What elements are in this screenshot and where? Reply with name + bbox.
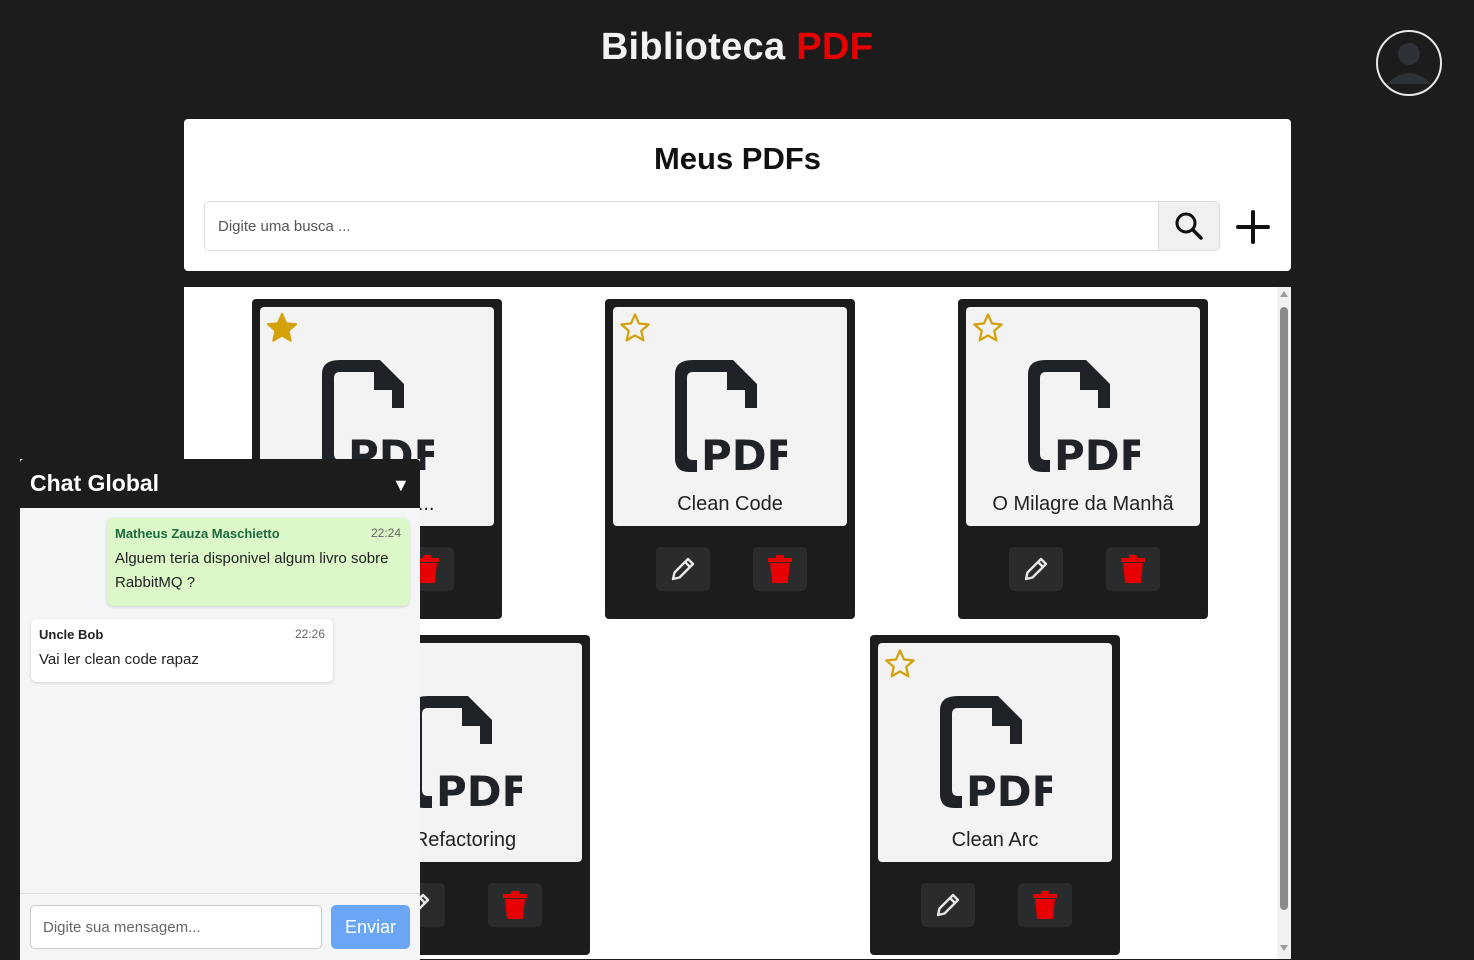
send-button[interactable]: Enviar — [331, 905, 410, 949]
message-text: Vai ler clean code rapaz — [39, 651, 199, 668]
chat-widget: Chat Global ▼ Matheus Zauza Maschietto 2… — [20, 459, 420, 960]
star-outline-icon[interactable] — [971, 311, 1005, 345]
search-input[interactable] — [205, 202, 1158, 250]
chat-footer: Enviar — [20, 893, 420, 960]
add-pdf-button[interactable] — [1234, 208, 1272, 246]
scroll-up-arrow[interactable] — [1280, 291, 1288, 297]
panel-title: Meus PDFs — [653, 141, 822, 176]
chat-message-input[interactable] — [30, 905, 322, 949]
edit-button[interactable] — [921, 883, 975, 927]
star-outline-icon[interactable] — [618, 311, 652, 345]
message-time: 22:26 — [294, 627, 325, 641]
pdf-card-preview: PDF O Milagre da Manhã — [966, 307, 1200, 526]
pdf-card-preview: PDF Clean Code — [613, 307, 847, 526]
file-pdf-icon: PDF — [410, 696, 522, 808]
message-author: Uncle Bob — [39, 627, 104, 642]
chat-header[interactable]: Chat Global ▼ — [20, 459, 420, 508]
search-group — [204, 201, 1220, 251]
delete-button[interactable] — [1106, 547, 1160, 591]
pdf-card-title: O Milagre da Manhã — [992, 493, 1174, 515]
pdf-card[interactable]: PDF Clean Code — [605, 299, 855, 619]
trash-icon — [1033, 891, 1057, 919]
chat-message: Matheus Zauza Maschietto 22:24 Alguem te… — [107, 518, 409, 606]
trash-icon — [768, 555, 792, 583]
chat-title: Chat Global — [30, 470, 160, 496]
scrollbar-thumb[interactable] — [1280, 307, 1288, 910]
pdf-card-title: Clean Code — [677, 493, 783, 515]
message-text: Alguem teria disponivel algum livro sobr… — [115, 550, 389, 591]
message-author: Matheus Zauza Maschietto — [115, 526, 280, 541]
message-time: 22:24 — [370, 526, 401, 540]
star-outline-icon[interactable] — [883, 647, 917, 681]
edit-button[interactable] — [656, 547, 710, 591]
app-title: Biblioteca PDF — [0, 26, 1474, 69]
trash-icon — [503, 891, 527, 919]
svg-text:PDF: PDF — [1054, 431, 1140, 472]
user-avatar-icon — [1387, 43, 1431, 84]
pdf-card[interactable]: PDF O Milagre da Manhã — [958, 299, 1208, 619]
scrollbar[interactable] — [1277, 287, 1291, 959]
search-panel: Meus PDFs — [184, 119, 1291, 271]
file-pdf-icon: PDF — [1028, 360, 1140, 472]
svg-text:PDF: PDF — [701, 431, 787, 472]
pencil-icon — [936, 893, 960, 917]
file-pdf-icon: PDF — [322, 360, 434, 472]
pdf-card[interactable]: PDF Clean Arc — [870, 635, 1120, 955]
svg-text:PDF: PDF — [966, 767, 1052, 808]
edit-button[interactable] — [1009, 547, 1063, 591]
trash-icon — [1121, 555, 1145, 583]
pdf-card-title: Clean Arc — [951, 829, 1039, 851]
delete-button[interactable] — [488, 883, 542, 927]
app-title-main: Biblioteca — [600, 26, 786, 68]
star-filled-icon[interactable] — [265, 311, 299, 345]
file-pdf-icon: PDF — [940, 696, 1052, 808]
user-avatar-button[interactable] — [1376, 30, 1442, 96]
chevron-down-icon[interactable]: ▼ — [392, 475, 410, 495]
search-button[interactable] — [1158, 202, 1219, 250]
delete-button[interactable] — [753, 547, 807, 591]
pdf-card-preview: PDF Clean Arc — [878, 643, 1112, 862]
delete-button[interactable] — [1018, 883, 1072, 927]
app-title-accent: PDF — [796, 26, 874, 68]
svg-text:PDF: PDF — [436, 767, 522, 808]
scroll-down-arrow[interactable] — [1280, 945, 1288, 951]
plus-icon — [1236, 210, 1270, 244]
chat-message: Uncle Bob 22:26 Vai ler clean code rapaz — [31, 619, 333, 682]
file-pdf-icon: PDF — [675, 360, 787, 472]
pencil-icon — [1024, 557, 1048, 581]
search-icon — [1175, 212, 1203, 240]
pencil-icon — [671, 557, 695, 581]
